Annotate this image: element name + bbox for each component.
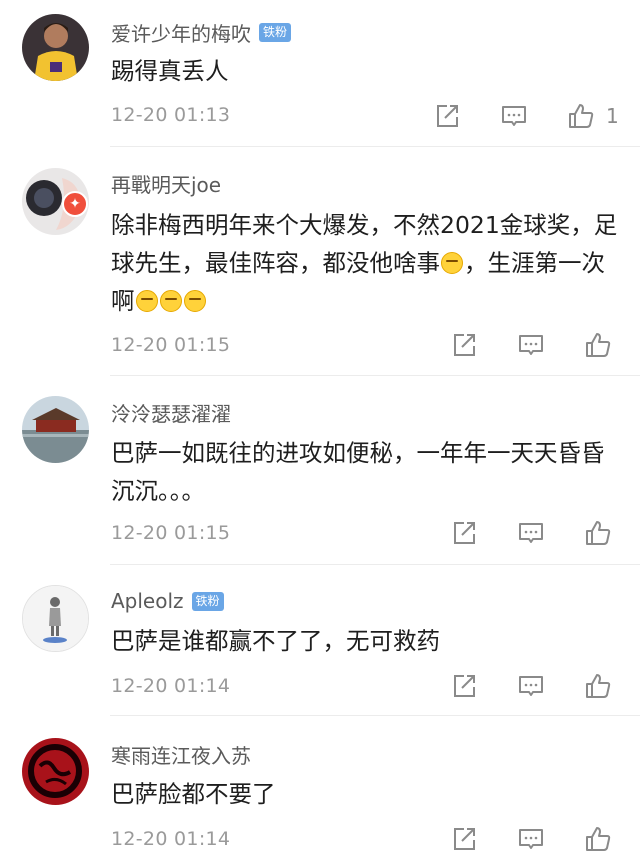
comment-text: 踢得真丢人 xyxy=(111,57,229,85)
thumbs-up-icon[interactable] xyxy=(583,330,613,360)
share-icon[interactable] xyxy=(432,101,462,131)
comment-icon[interactable] xyxy=(516,330,546,360)
thumbs-up-icon[interactable] xyxy=(583,824,613,854)
comment-item: 爱许少年的梅吹 铁粉 踢得真丢人 12-20 01:13 1 xyxy=(0,0,640,146)
comment-time: 12-20 01:15 xyxy=(111,334,231,356)
share-icon[interactable] xyxy=(449,518,479,548)
fan-badge: 铁粉 xyxy=(259,22,292,42)
comment-item: Apleolz 铁粉 巴萨是谁都赢不了了，无可救药 12-20 01:14 xyxy=(0,565,640,715)
comment-time: 12-20 01:14 xyxy=(111,675,231,697)
comment-text: 除非梅西明年来个大爆发，不然2021金球奖，足球先生，最佳阵容，都没他啥事 ，生涯… xyxy=(111,206,621,320)
comment-item: 泠泠瑟瑟濯濯 巴萨一如既往的进攻如便秘，一年年一天天昏昏沉沉。。。 12-20 … xyxy=(0,376,640,564)
comment-icon[interactable] xyxy=(516,671,546,701)
comment-text: 巴萨一如既往的进攻如便秘，一年年一天天昏昏沉沉。。。 xyxy=(111,439,605,505)
smirk-emoji xyxy=(183,290,206,312)
avatar[interactable] xyxy=(22,14,89,81)
avatar[interactable] xyxy=(22,585,89,652)
comment-item: ✦ 再戰明天joe 除非梅西明年来个大爆发，不然2021金球奖，足球先生，最佳阵… xyxy=(0,147,640,375)
avatar[interactable] xyxy=(22,396,89,463)
thumbs-up-icon[interactable] xyxy=(583,518,613,548)
username[interactable]: 再戰明天joe xyxy=(111,169,221,198)
comment-header: Apleolz 铁粉 xyxy=(111,587,224,615)
share-icon[interactable] xyxy=(449,671,479,701)
comment-time: 12-20 01:13 xyxy=(111,104,231,126)
comment-text: 巴萨是谁都赢不了了，无可救药 xyxy=(111,627,440,655)
thumbs-up-icon[interactable] xyxy=(583,671,613,701)
share-icon[interactable] xyxy=(449,330,479,360)
comment-item: 寒雨连江夜入苏 巴萨脸都不要了 12-20 01:14 xyxy=(0,716,640,864)
comment-time: 12-20 01:14 xyxy=(111,828,231,850)
username[interactable]: Apleolz xyxy=(111,589,184,613)
comment-header: 寒雨连江夜入苏 xyxy=(111,740,251,768)
laughing-tears-emoji xyxy=(441,252,463,274)
like-count: 1 xyxy=(606,104,619,128)
comment-icon[interactable] xyxy=(499,101,529,131)
comment-icon[interactable] xyxy=(516,824,546,854)
comment-header: 爱许少年的梅吹 铁粉 xyxy=(111,18,292,47)
comment-list: 爱许少年的梅吹 铁粉 踢得真丢人 12-20 01:13 1 ✦ 再戰明天joe… xyxy=(0,0,640,864)
smirk-emoji xyxy=(135,290,158,312)
share-icon[interactable] xyxy=(449,824,479,854)
fan-badge: 铁粉 xyxy=(191,591,224,611)
comment-time: 12-20 01:15 xyxy=(111,522,231,544)
avatar[interactable] xyxy=(22,738,89,805)
comment-text: 巴萨脸都不要了 xyxy=(111,780,276,808)
username[interactable]: 爱许少年的梅吹 xyxy=(111,18,251,47)
comment-header: 再戰明天joe xyxy=(111,169,221,197)
comment-icon[interactable] xyxy=(516,518,546,548)
verified-icon: ✦ xyxy=(62,191,88,217)
username[interactable]: 寒雨连江夜入苏 xyxy=(111,740,251,769)
comment-header: 泠泠瑟瑟濯濯 xyxy=(111,398,231,426)
smirk-emoji xyxy=(159,290,182,312)
thumbs-up-icon[interactable] xyxy=(566,101,596,131)
username[interactable]: 泠泠瑟瑟濯濯 xyxy=(111,398,231,427)
